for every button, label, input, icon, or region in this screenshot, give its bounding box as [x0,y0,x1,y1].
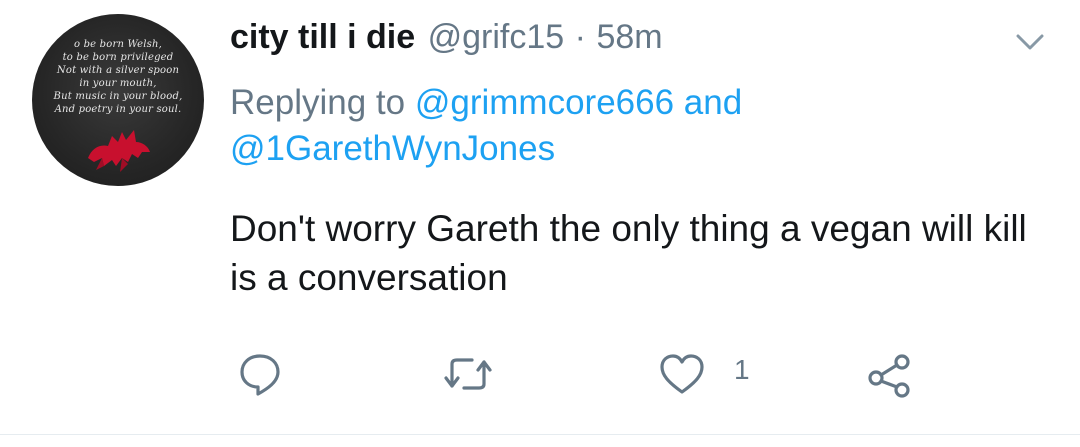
tweet-header: city till i die @grifc15 · 58m [230,18,663,68]
reply-icon[interactable] [234,348,286,400]
like-icon[interactable] [656,348,708,400]
welsh-dragon-icon [88,130,150,172]
like-count: 1 [734,354,750,385]
separator-dot: · [574,18,586,56]
action-bar: 1 [0,340,1080,410]
retweet-icon[interactable] [438,348,498,400]
share-icon[interactable] [864,348,916,400]
replying-to-label: Replying to [230,83,406,122]
mention-link[interactable]: @1GarethWynJones [230,129,555,168]
tweet-text: Don't worry Gareth the only thing a vega… [230,208,1027,298]
divider [0,434,1080,435]
avatar[interactable]: o be born Welsh, to be born privileged N… [32,14,204,186]
tweet[interactable]: o be born Welsh, to be born privileged N… [0,0,1080,447]
replying-to: Replying to @grimmcore666 and @1GarethWy… [230,80,1030,172]
chevron-down-icon[interactable] [1012,28,1048,56]
avatar-poem: o be born Welsh, to be born privileged N… [53,39,183,115]
display-name[interactable]: city till i die [230,18,415,56]
mention-link[interactable]: @grimmcore666 [415,83,674,122]
user-handle[interactable]: @grifc15 [428,18,565,56]
timestamp[interactable]: 58m [596,18,662,56]
conjunction: and [683,83,743,122]
